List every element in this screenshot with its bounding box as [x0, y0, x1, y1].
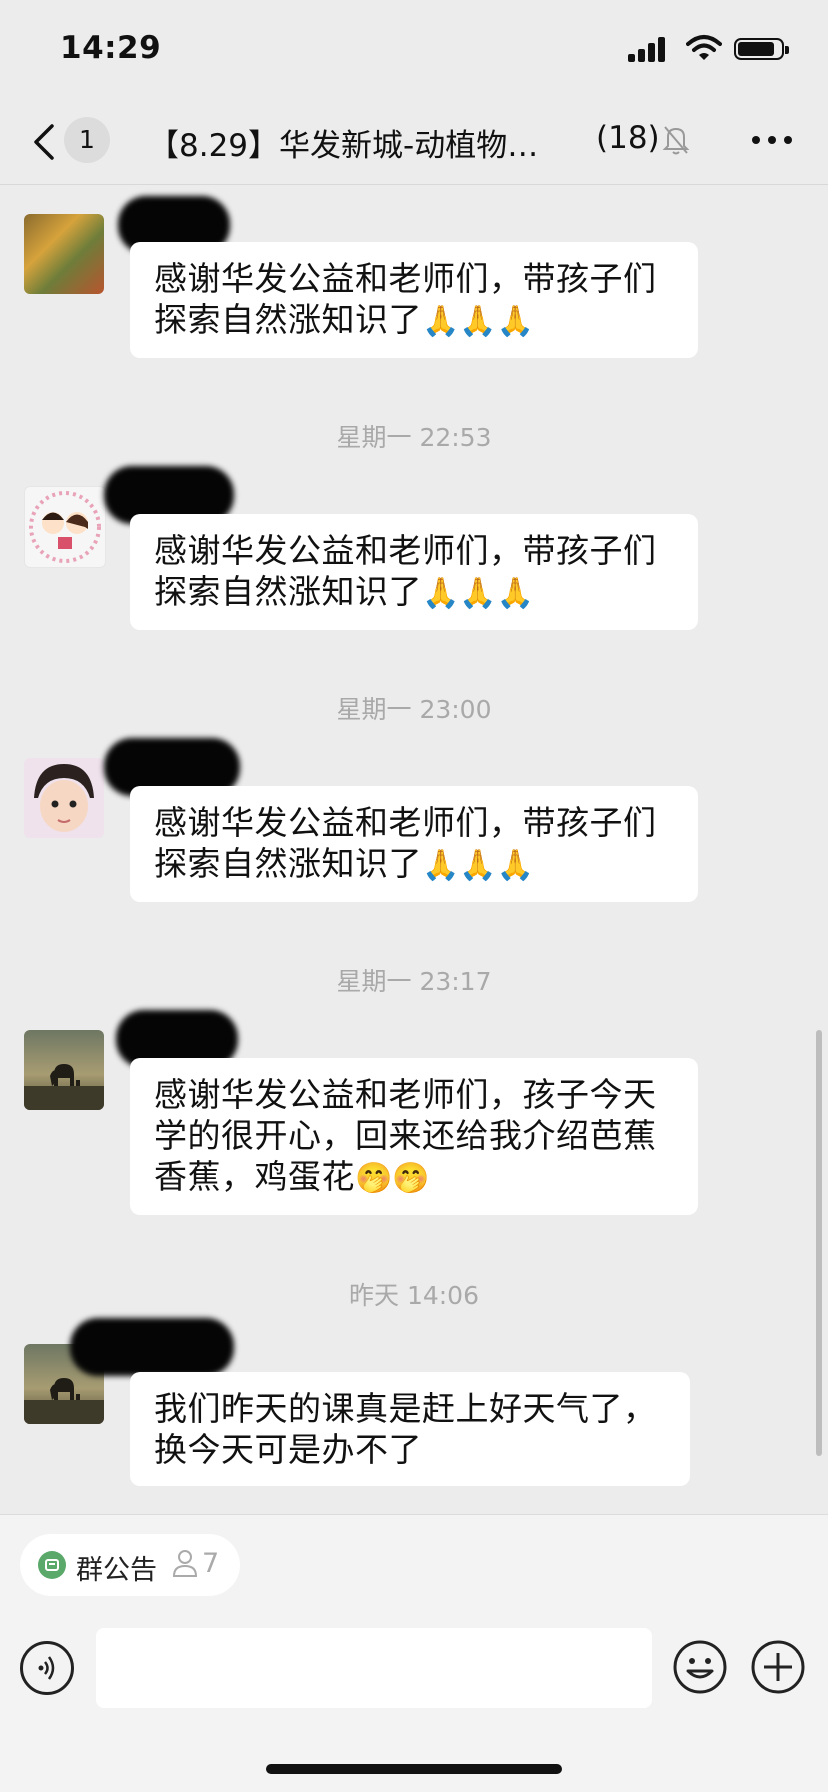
avatar[interactable]	[24, 486, 106, 568]
pray-emoji: 🙏🙏🙏	[422, 576, 535, 611]
home-indicator[interactable]	[266, 1764, 562, 1774]
status-icons	[618, 35, 798, 66]
message-bubble[interactable]: 感谢华发公益和老师们，带孩子们 探索自然涨知识了🙏🙏🙏	[130, 242, 698, 358]
message-bubble[interactable]: 感谢华发公益和老师们，带孩子们 探索自然涨知识了🙏🙏🙏	[130, 786, 698, 902]
message-text-line: 我们昨天的课真是赶上好天气了，	[154, 1389, 657, 1428]
smiley-icon[interactable]	[672, 1639, 728, 1695]
avatar[interactable]	[24, 1030, 104, 1110]
child-photo-image	[24, 758, 104, 838]
more-icon[interactable]	[752, 136, 792, 146]
announcement-icon	[38, 1551, 66, 1579]
message-text-line: 探索自然涨知识了🙏🙏🙏	[154, 844, 535, 883]
pray-emoji: 🙏🙏🙏	[422, 304, 535, 339]
cartoon-couple-image	[29, 491, 101, 563]
wifi-icon	[686, 35, 722, 60]
scrollbar[interactable]	[816, 1030, 822, 1456]
group-notice-label: 群公告	[76, 1555, 157, 1586]
message-text-line: 探索自然涨知识了🙏🙏🙏	[154, 572, 535, 611]
user-icon	[172, 1550, 198, 1577]
pray-emoji: 🙏🙏🙏	[422, 848, 535, 883]
sender-name-redacted	[70, 1318, 234, 1376]
plus-icon[interactable]	[750, 1639, 806, 1695]
message-bubble[interactable]: 感谢华发公益和老师们，带孩子们 探索自然涨知识了🙏🙏🙏	[130, 514, 698, 630]
bell-off-icon	[662, 126, 690, 155]
avatar[interactable]	[24, 758, 104, 838]
chat-title[interactable]: 【8.29】华发新城-动植物…	[148, 120, 578, 165]
status-bar: 14:29	[0, 0, 828, 100]
message-input[interactable]	[96, 1628, 652, 1708]
message-text-line: 换今天可是办不了	[154, 1430, 422, 1469]
signal-icon	[628, 36, 672, 62]
unread-badge[interactable]: 1	[64, 117, 110, 163]
member-count[interactable]: (18)	[596, 120, 660, 156]
message-text-line: 感谢华发公益和老师们，孩子今天	[154, 1075, 657, 1114]
message-text-line: 学的很开心，回来还给我介绍芭蕉	[154, 1116, 657, 1155]
message-bubble[interactable]: 感谢华发公益和老师们，孩子今天 学的很开心，回来还给我介绍芭蕉 香蕉，鸡蛋花🤭🤭	[130, 1058, 698, 1215]
group-notice-button[interactable]: 群公告 7	[20, 1534, 240, 1596]
smirk-emoji: 🤭🤭	[355, 1161, 430, 1196]
message-text-line: 探索自然涨知识了🙏🙏🙏	[154, 300, 535, 339]
timestamp: 星期一 23:17	[336, 967, 492, 996]
chevron-left-icon[interactable]	[28, 122, 62, 162]
message-text-line: 感谢华发公益和老师们，带孩子们	[154, 531, 657, 570]
message-text-line: 感谢华发公益和老师们，带孩子们	[154, 259, 657, 298]
message-text-line: 感谢华发公益和老师们，带孩子们	[154, 803, 657, 842]
elephant-silhouette-image	[24, 1064, 104, 1110]
message-text-line: 香蕉，鸡蛋花🤭🤭	[154, 1157, 430, 1196]
group-notice-count: 7	[202, 1548, 220, 1579]
avatar[interactable]	[24, 214, 104, 294]
message-bubble[interactable]: 我们昨天的课真是赶上好天气了， 换今天可是办不了	[130, 1372, 690, 1486]
status-time: 14:29	[60, 30, 162, 66]
battery-icon	[734, 38, 789, 60]
timestamp: 星期一 23:00	[336, 695, 492, 724]
timestamp: 星期一 22:53	[336, 423, 492, 452]
header-divider	[0, 184, 828, 185]
timestamp: 昨天 14:06	[349, 1281, 479, 1310]
voice-icon[interactable]	[20, 1641, 74, 1695]
